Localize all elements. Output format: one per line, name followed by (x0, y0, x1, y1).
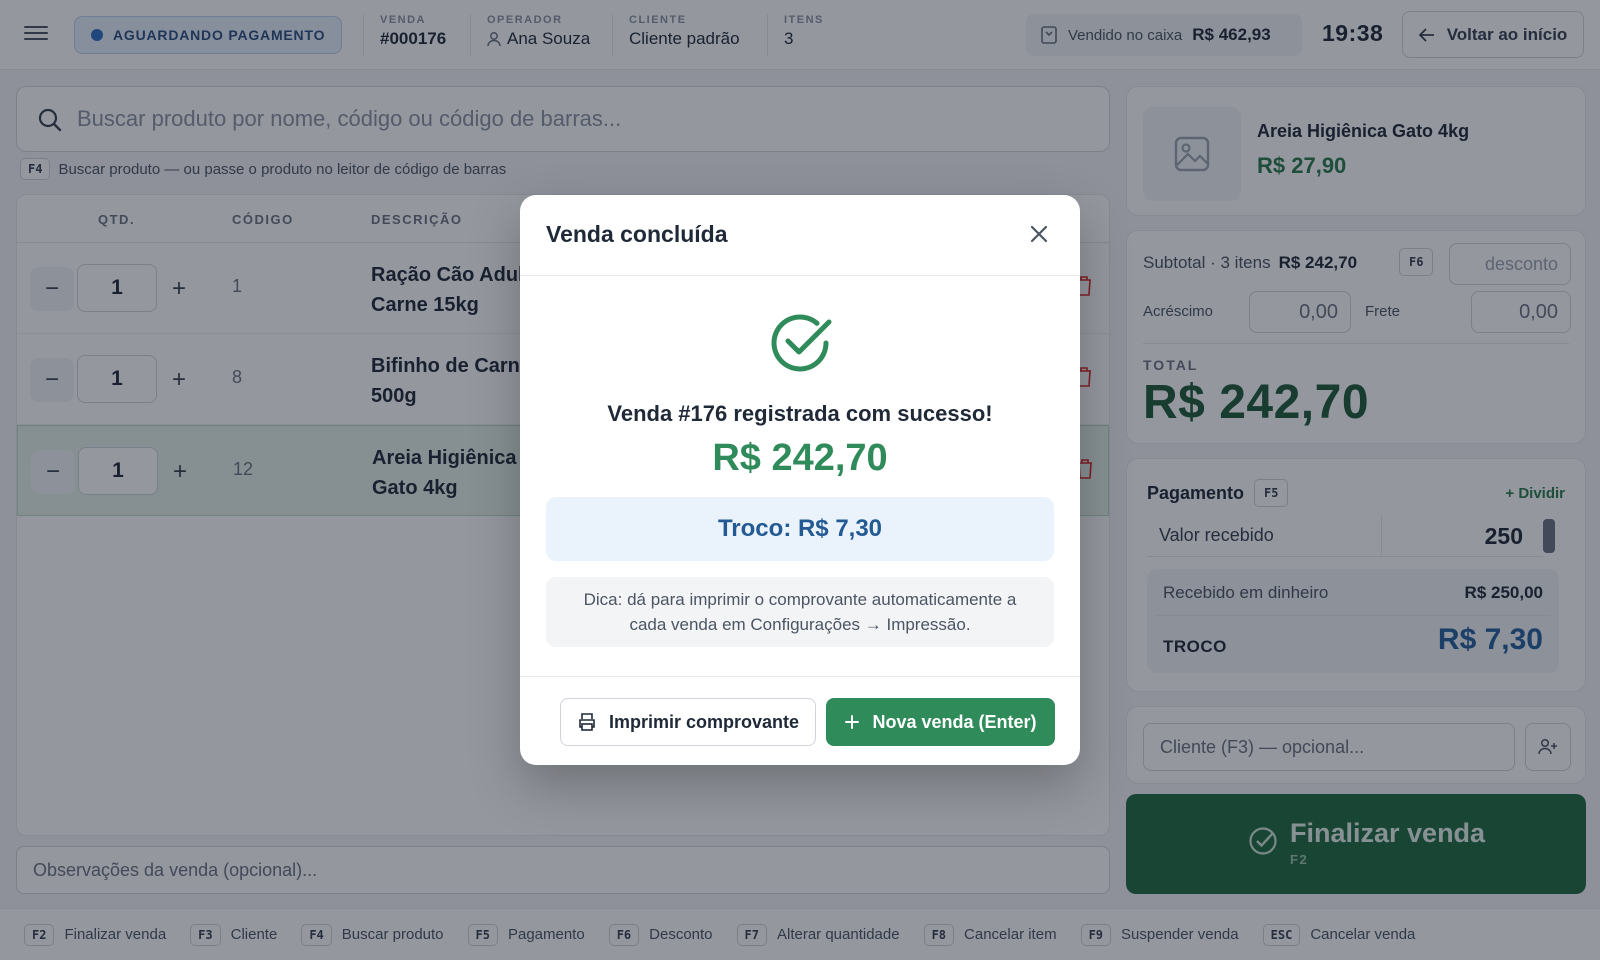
dialog-title: Venda concluída (546, 221, 728, 247)
plus-icon (845, 715, 860, 729)
check-circle-icon (771, 314, 832, 372)
divider (520, 275, 1080, 276)
new-sale-button[interactable]: Nova venda (Enter) (826, 698, 1055, 746)
success-message: Venda #176 registrada com sucesso! (607, 401, 993, 426)
close-icon[interactable] (1028, 223, 1050, 245)
printer-icon (579, 713, 595, 731)
sale-complete-dialog: Venda concluída Venda #176 registrada co… (520, 195, 1080, 765)
print-label: Imprimir comprovante (608, 711, 800, 732)
print-tip: Dica: dá para imprimir o comprovante aut… (546, 577, 1054, 647)
divider (520, 676, 1080, 677)
print-receipt-button[interactable]: Imprimir comprovante (560, 698, 816, 746)
new-sale-label: Nova venda (Enter) (872, 711, 1037, 732)
change-banner: Troco: R$ 7,30 (546, 497, 1054, 561)
sale-amount: R$ 242,70 (712, 437, 888, 479)
